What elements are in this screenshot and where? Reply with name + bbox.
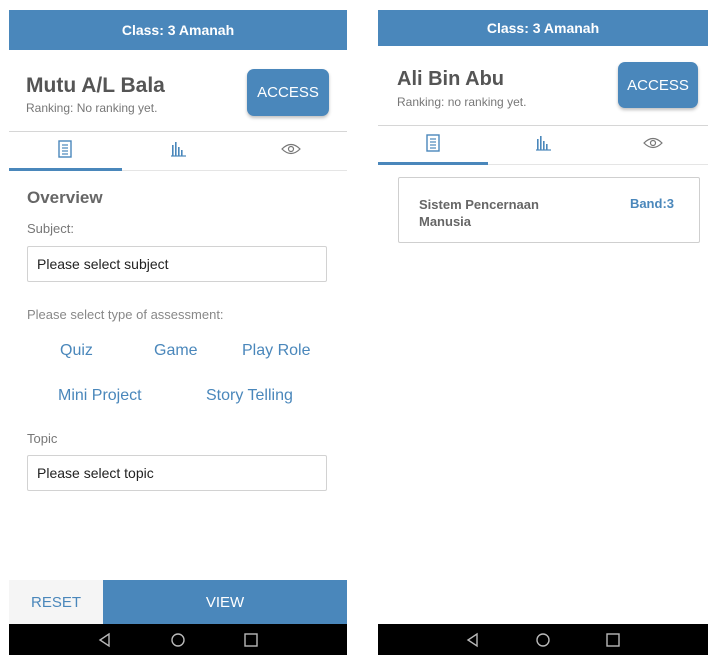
result-topic: Sistem Pencernaan Manusia — [419, 197, 539, 229]
bar-chart-icon — [169, 141, 187, 162]
tab-preview[interactable] — [234, 132, 347, 170]
right-phone-screen: Class: 3 Amanah Ali Bin Abu Ranking: no … — [378, 10, 708, 655]
home-icon[interactable] — [531, 628, 555, 652]
recents-icon[interactable] — [239, 628, 263, 652]
class-title: Class: 3 Amanah — [486, 20, 600, 36]
class-title: Class: 3 Amanah — [121, 22, 235, 38]
ranking-text: Ranking: no ranking yet. — [397, 95, 527, 109]
subject-label: Subject: — [27, 221, 74, 236]
left-phone-screen: Class: 3 Amanah Mutu A/L Bala Ranking: N… — [9, 10, 347, 655]
assessment-option-play-role[interactable]: Play Role — [242, 342, 310, 360]
recents-icon[interactable] — [601, 628, 625, 652]
tab-statistics[interactable] — [488, 126, 598, 164]
result-band: Band:3 — [629, 196, 674, 211]
bar-chart-icon — [534, 135, 552, 156]
eye-icon — [280, 142, 301, 160]
assessment-option-story-telling[interactable]: Story Telling — [206, 387, 293, 405]
back-icon[interactable] — [93, 628, 117, 652]
assessment-type-label: Please select type of assessment: — [27, 307, 224, 322]
action-bar: RESET VIEW — [9, 580, 347, 624]
document-icon — [426, 133, 440, 157]
android-nav-bar — [378, 624, 708, 655]
home-icon[interactable] — [166, 628, 190, 652]
document-icon — [58, 139, 73, 163]
tab-overview[interactable] — [378, 126, 488, 165]
ranking-text: Ranking: No ranking yet. — [26, 101, 158, 115]
overview-title: Overview — [27, 188, 103, 207]
reset-button[interactable]: RESET — [9, 580, 103, 624]
assessment-option-game[interactable]: Game — [154, 342, 198, 360]
tab-bar — [378, 125, 708, 165]
class-header: Class: 3 Amanah — [9, 10, 347, 50]
android-nav-bar — [9, 624, 347, 655]
tab-overview[interactable] — [9, 132, 122, 171]
access-button[interactable]: ACCESS — [618, 62, 698, 108]
eye-icon — [643, 136, 663, 154]
tab-statistics[interactable] — [122, 132, 235, 170]
view-button[interactable]: VIEW — [103, 580, 347, 624]
back-icon[interactable] — [461, 628, 485, 652]
tab-bar — [9, 131, 347, 171]
assessment-option-mini-project[interactable]: Mini Project — [58, 387, 142, 405]
subject-select[interactable]: Please select subject — [27, 246, 327, 282]
result-card[interactable]: Sistem Pencernaan Manusia Band:3 — [398, 177, 700, 243]
topic-select[interactable]: Please select topic — [27, 455, 327, 491]
class-header: Class: 3 Amanah — [378, 10, 708, 46]
student-name: Mutu A/L Bala — [26, 74, 165, 97]
access-button[interactable]: ACCESS — [247, 69, 329, 116]
tab-preview[interactable] — [598, 126, 708, 164]
student-name: Ali Bin Abu — [397, 68, 505, 90]
assessment-option-quiz[interactable]: Quiz — [60, 342, 93, 360]
topic-label: Topic — [27, 431, 58, 446]
